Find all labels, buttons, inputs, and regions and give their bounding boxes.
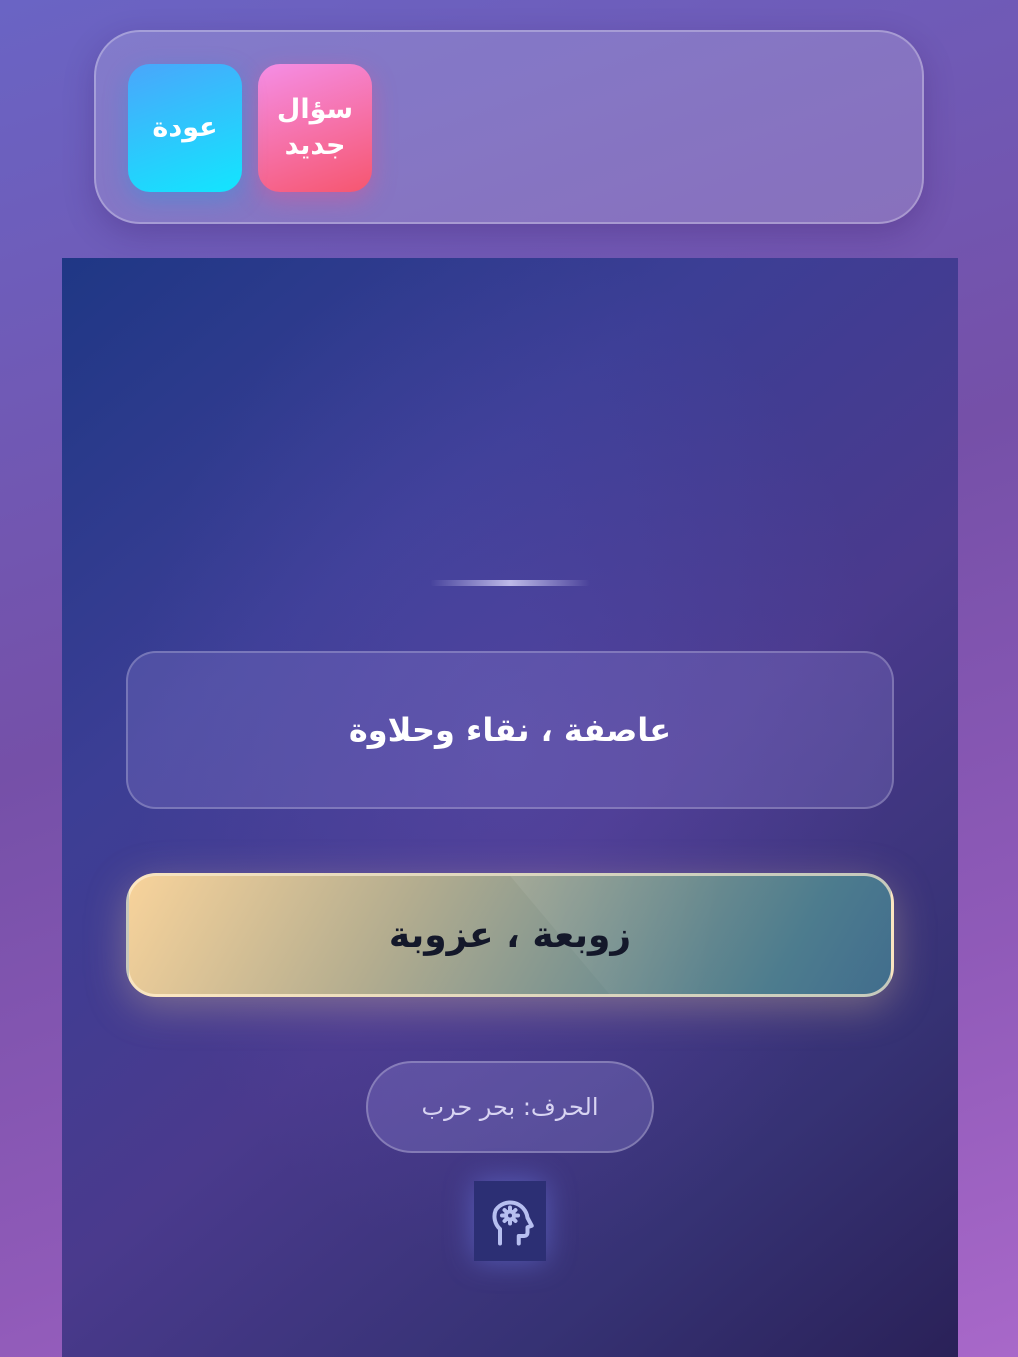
new-question-button[interactable]: سؤال جديد xyxy=(258,64,372,192)
new-question-label-line2: جديد xyxy=(284,130,346,161)
new-question-label: سؤال جديد xyxy=(277,92,353,164)
letter-hint-text: الحرف: بحر حرب xyxy=(421,1093,599,1121)
answer-box[interactable]: زوبعة ، عزوبة xyxy=(126,873,894,997)
letter-hint-pill: الحرف: بحر حرب xyxy=(366,1061,654,1153)
divider-line xyxy=(430,580,590,586)
clue-text: عاصفة ، نقاء وحلاوة xyxy=(348,711,672,749)
top-toolbar: سؤال جديد عودة xyxy=(94,30,924,224)
head-gear-icon[interactable] xyxy=(474,1181,546,1261)
back-button[interactable]: عودة xyxy=(128,64,242,192)
question-card: عاصفة ، نقاء وحلاوة زوبعة ، عزوبة الحرف:… xyxy=(62,258,958,1357)
head-gear-icon-svg xyxy=(492,1200,534,1246)
clue-box: عاصفة ، نقاء وحلاوة xyxy=(126,651,894,809)
answer-text: زوبعة ، عزوبة xyxy=(388,914,632,956)
new-question-label-line1: سؤال xyxy=(276,94,354,125)
